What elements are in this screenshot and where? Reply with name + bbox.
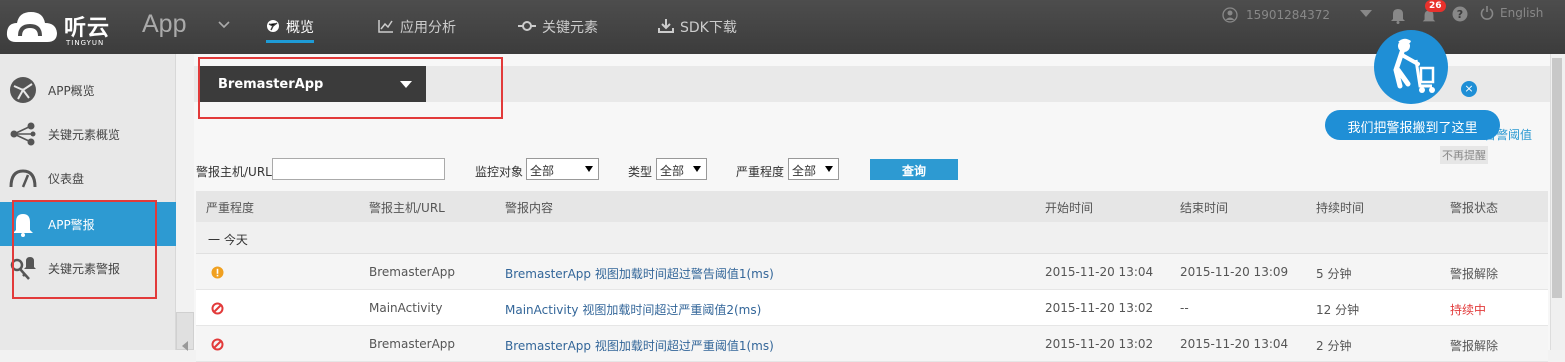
user-name: 15901284372 [1246, 8, 1330, 22]
target-select[interactable]: 全部 [526, 158, 599, 180]
col-severity[interactable]: 严重程度 [206, 199, 254, 216]
sidebar-item-label: APP概览 [48, 83, 95, 98]
sidebar-item-key-overview[interactable]: 关键元素概览 [0, 112, 176, 156]
col-status[interactable]: 警报状态 [1450, 199, 1498, 216]
cloud-logo-icon [6, 12, 57, 42]
col-end[interactable]: 结束时间 [1180, 199, 1228, 216]
top-bar: 听云 TINGYUN App 概览 应用分析 关键元素 SDK下载 159012… [0, 0, 1565, 54]
row-content[interactable]: BremasterApp 视图加载时间超过严重阈值1(ms) [505, 337, 774, 354]
row-start: 2015-11-20 13:02 [1045, 301, 1154, 315]
download-icon [658, 19, 674, 33]
row-start: 2015-11-20 13:04 [1045, 265, 1154, 279]
severity-select[interactable]: 全部 [788, 158, 839, 180]
row-end: 2015-11-20 13:04 [1180, 337, 1289, 351]
warning-icon [211, 266, 224, 279]
brand-sub: TINGYUN [66, 39, 105, 47]
user-icon [1222, 7, 1238, 23]
row-start: 2015-11-20 13:02 [1045, 337, 1154, 351]
mascot-icon [1374, 30, 1448, 104]
language-switch[interactable]: English [1480, 6, 1543, 20]
col-content[interactable]: 警报内容 [505, 199, 553, 216]
caret-down-icon [585, 166, 593, 172]
sidebar-collapse-handle[interactable] [176, 312, 194, 351]
close-icon[interactable]: × [1461, 81, 1477, 97]
type-select[interactable]: 全部 [656, 158, 707, 180]
caret-down-icon[interactable] [1360, 10, 1372, 18]
row-end: 2015-11-20 13:09 [1180, 265, 1289, 279]
highlight-box [12, 200, 157, 299]
table-row[interactable]: BremasterApp BremasterApp 视图加载时间超过严重阈值1(… [196, 326, 1548, 362]
nav-app-analysis[interactable]: 应用分析 [378, 17, 456, 43]
row-status: 持续中 [1450, 303, 1487, 317]
row-duration: 5 分钟 [1316, 267, 1352, 281]
group-row-today[interactable]: 一 今天 [196, 222, 1548, 254]
help-icon[interactable]: ? [1452, 6, 1468, 22]
critical-icon [211, 302, 224, 315]
type-select-value: 全部 [660, 164, 685, 178]
app-title: App [142, 10, 187, 38]
lang-label: English [1500, 6, 1544, 20]
target-filter-label: 监控对象 [475, 165, 524, 179]
brand-name: 听云 [64, 16, 111, 41]
group-label: 一 今天 [208, 233, 248, 247]
node-icon [518, 21, 536, 31]
host-filter-input[interactable] [272, 158, 445, 180]
gauge-icon [8, 163, 38, 193]
no-remind-button[interactable]: 不再提醒 [1440, 146, 1488, 164]
caret-down-icon [693, 166, 701, 172]
scrollbar-thumb[interactable] [1552, 58, 1562, 298]
nav-label: 概览 [286, 20, 314, 36]
globe-icon [8, 75, 38, 105]
target-select-value: 全部 [530, 164, 555, 178]
row-duration: 2 分钟 [1316, 339, 1352, 353]
row-end: -- [1180, 301, 1189, 315]
col-duration[interactable]: 持续时间 [1316, 199, 1364, 216]
row-host: MainActivity [369, 301, 443, 315]
filter-bar: 警报主机/URL 监控对象 全部 类型 全部 严重程度 全部 查询 [194, 158, 1094, 182]
row-host: BremasterApp [369, 337, 456, 351]
share-icon [8, 119, 38, 149]
sidebar-item-app-overview[interactable]: APP概览 [0, 68, 176, 112]
col-host[interactable]: 警报主机/URL [369, 199, 445, 216]
severity-filter-label: 严重程度 [736, 165, 785, 179]
caret-down-icon [825, 166, 833, 172]
table-row[interactable]: BremasterApp BremasterApp 视图加载时间超过警告阈值1(… [196, 254, 1548, 290]
nav-key-elements[interactable]: 关键元素 [518, 17, 598, 43]
severity-select-value: 全部 [792, 164, 817, 178]
chart-icon [378, 20, 393, 33]
bell-icon[interactable] [1390, 6, 1406, 24]
globe-icon [267, 20, 279, 32]
table-row[interactable]: MainActivity MainActivity 视图加载时间超过严重阈值2(… [196, 290, 1548, 326]
promo-bubble[interactable]: 我们把警报搬到了这里 [1325, 110, 1500, 140]
row-status: 警报解除 [1450, 267, 1499, 281]
row-status: 警报解除 [1450, 339, 1499, 353]
logo[interactable]: 听云 TINGYUN [6, 6, 116, 50]
nav-label: 应用分析 [400, 20, 456, 36]
col-start[interactable]: 开始时间 [1045, 199, 1093, 216]
highlight-box [198, 57, 503, 119]
notification-badge: 26 [1425, 0, 1446, 12]
row-duration: 12 分钟 [1316, 303, 1360, 317]
row-content[interactable]: BremasterApp 视图加载时间超过警告阈值1(ms) [505, 265, 774, 282]
row-content[interactable]: MainActivity 视图加载时间超过严重阈值2(ms) [505, 301, 761, 318]
svg-text:?: ? [1457, 8, 1463, 21]
user-menu[interactable]: 15901284372 [1222, 7, 1330, 23]
sidebar-item-label: 仪表盘 [48, 171, 85, 186]
host-filter-label: 警报主机/URL [196, 165, 272, 179]
row-host: BremasterApp [369, 265, 456, 279]
nav-overview[interactable]: 概览 [266, 17, 314, 43]
type-filter-label: 类型 [628, 165, 653, 179]
nav-sdk-download[interactable]: SDK下载 [658, 17, 737, 43]
query-button[interactable]: 查询 [870, 159, 958, 180]
table-header: 严重程度 警报主机/URL 警报内容 开始时间 结束时间 持续时间 警报状态 [196, 191, 1548, 222]
chevron-down-icon[interactable] [217, 20, 231, 30]
critical-icon [211, 338, 224, 351]
sidebar-item-dashboard[interactable]: 仪表盘 [0, 156, 176, 200]
nav-label: 关键元素 [542, 20, 598, 36]
alerts-table: 严重程度 警报主机/URL 警报内容 开始时间 结束时间 持续时间 警报状态 一… [196, 191, 1548, 362]
power-icon [1480, 6, 1494, 20]
sidebar-item-label: 关键元素概览 [48, 127, 121, 142]
nav-label: SDK下载 [680, 20, 737, 36]
